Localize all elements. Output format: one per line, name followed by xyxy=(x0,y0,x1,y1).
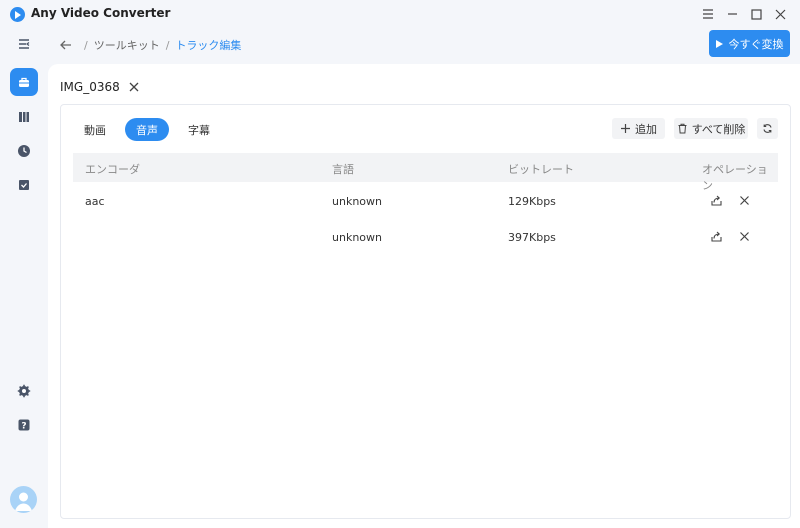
encoder-cell: aac xyxy=(85,195,105,208)
language-cell: unknown xyxy=(332,195,382,208)
library-icon[interactable] xyxy=(10,103,38,131)
delete-all-label: すべて削除 xyxy=(691,122,746,136)
collapse-menu-icon[interactable] xyxy=(10,30,38,58)
breadcrumb: / ツールキット / トラック編集 xyxy=(58,36,241,54)
convert-now-button[interactable]: 今すぐ変換 xyxy=(709,30,790,57)
plus-icon xyxy=(621,124,630,133)
export-icon[interactable] xyxy=(710,194,723,207)
tasks-icon[interactable] xyxy=(10,171,38,199)
user-avatar-icon[interactable] xyxy=(10,486,37,513)
bitrate-cell: 129Kbps xyxy=(508,195,556,208)
toolbox-icon[interactable] xyxy=(10,68,38,96)
breadcrumb-item-track-edit: トラック編集 xyxy=(175,39,242,52)
app-logo-icon xyxy=(10,7,25,22)
language-cell: unknown xyxy=(332,231,382,244)
add-label: 追加 xyxy=(635,122,657,136)
menu-icon[interactable] xyxy=(697,4,719,24)
history-icon[interactable] xyxy=(10,137,38,165)
back-arrow-icon[interactable] xyxy=(58,37,74,53)
title-bar: Any Video Converter xyxy=(0,0,800,28)
file-header: IMG_0368 xyxy=(60,80,140,94)
minimize-icon[interactable] xyxy=(721,4,743,24)
maximize-icon[interactable] xyxy=(745,4,767,24)
refresh-icon xyxy=(763,124,772,133)
trash-icon xyxy=(678,123,687,134)
add-button[interactable]: 追加 xyxy=(612,118,665,139)
column-header-language: 言語 xyxy=(332,163,354,176)
svg-text:?: ? xyxy=(21,422,26,432)
tab-audio[interactable]: 音声 xyxy=(125,118,169,141)
tab-subtitle[interactable]: 字幕 xyxy=(177,118,221,141)
help-icon[interactable]: ? xyxy=(10,411,38,439)
file-name: IMG_0368 xyxy=(60,80,120,94)
column-header-encoder: エンコーダ xyxy=(85,163,140,176)
close-file-icon[interactable] xyxy=(128,81,140,93)
delete-icon[interactable] xyxy=(738,194,751,207)
bitrate-cell: 397Kbps xyxy=(508,231,556,244)
left-rail: ? xyxy=(0,28,48,528)
table-row[interactable]: unknown 397Kbps xyxy=(73,219,778,255)
delete-all-button[interactable]: すべて削除 xyxy=(674,118,748,139)
close-window-icon[interactable] xyxy=(769,4,791,24)
convert-now-label: 今すぐ変換 xyxy=(728,37,784,51)
app-title: Any Video Converter xyxy=(31,6,171,20)
breadcrumb-separator: / xyxy=(84,38,88,52)
table-row[interactable]: aac unknown 129Kbps xyxy=(73,183,778,219)
table-header: エンコーダ 言語 ビットレート オペレーション xyxy=(73,153,778,192)
tab-video[interactable]: 動画 xyxy=(73,118,117,141)
play-icon xyxy=(715,39,723,48)
export-icon[interactable] xyxy=(710,230,723,243)
breadcrumb-separator: / xyxy=(165,38,170,52)
delete-icon[interactable] xyxy=(738,230,751,243)
breadcrumb-item-toolkit[interactable]: ツールキット xyxy=(94,37,160,53)
refresh-button[interactable] xyxy=(757,118,778,139)
settings-icon[interactable] xyxy=(10,377,38,405)
column-header-bitrate: ビットレート xyxy=(508,163,574,176)
